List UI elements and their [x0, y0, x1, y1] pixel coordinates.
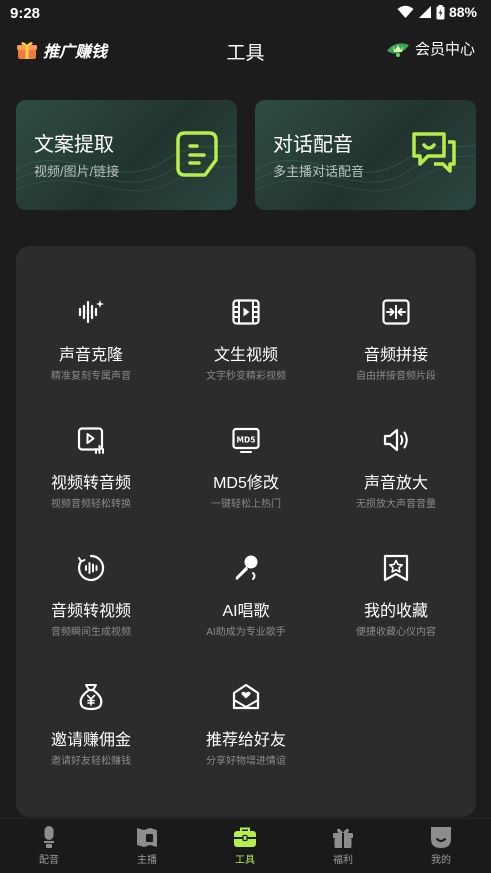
- merge-arrows-icon: [382, 299, 410, 325]
- bottom-nav: 配音 主播 工具 福利 我的: [0, 818, 491, 873]
- tool-desc: 无损放大声音音量: [356, 499, 436, 510]
- video-to-audio-icon: [77, 427, 104, 454]
- signal-icon: [418, 6, 431, 18]
- tool-name: 推荐给好友: [205, 732, 286, 749]
- vip-label: 会员中心: [414, 41, 475, 58]
- battery-icon: [436, 4, 445, 19]
- tool-desc: 视频音频轻松转换: [51, 499, 131, 510]
- tool-name: 文生视频: [213, 347, 278, 364]
- tool-name: 视频转音频: [50, 475, 131, 492]
- tool-desc: 便捷收藏心仪内容: [356, 627, 436, 638]
- tool-md5-modify[interactable]: MD5 MD5修改 一键轻松上热门: [171, 425, 321, 535]
- tool-video-to-audio[interactable]: 视频转音频 视频音频轻松转换: [16, 425, 166, 535]
- tool-voice-clone[interactable]: 声音克隆 精准复刻专属声音: [16, 297, 166, 407]
- anchor-nav-icon: [137, 828, 157, 847]
- bookmark-star-icon: [383, 554, 409, 582]
- tool-name: 音频转视频: [50, 603, 131, 620]
- profile-nav-icon: [431, 827, 451, 848]
- tool-desc: 文字秒变精彩视频: [206, 371, 286, 382]
- tool-desc: 音频瞬间生成视频: [51, 627, 131, 638]
- tool-volume-boost[interactable]: 声音放大 无损放大声音音量: [321, 425, 471, 535]
- tool-name: 声音克隆: [58, 347, 123, 364]
- promo-label: 推广赚钱: [43, 44, 108, 61]
- nav-label: 配音: [39, 855, 59, 866]
- nav-label: 我的: [431, 855, 451, 866]
- nav-tab-welfare[interactable]: 福利: [294, 825, 392, 866]
- tool-desc: 邀请好友轻松赚钱: [51, 756, 131, 767]
- tool-name: MD5修改: [213, 475, 279, 492]
- money-bag-icon: [79, 684, 103, 711]
- card-title: 对话配音: [273, 134, 353, 156]
- card-subtitle: 视频/图片/链接: [34, 164, 120, 179]
- mic-nav-icon: [44, 826, 54, 848]
- film-play-icon: [232, 299, 260, 325]
- nav-tab-dubbing[interactable]: 配音: [0, 825, 98, 866]
- battery-level: 88%: [448, 4, 477, 20]
- tool-name: 我的收藏: [363, 603, 428, 620]
- nav-label: 福利: [333, 855, 353, 866]
- header: 推广赚钱 工具 会员中心: [0, 30, 491, 70]
- gift-nav-icon: [333, 828, 353, 848]
- tool-name: 音频拼接: [363, 347, 428, 364]
- tool-my-favorites[interactable]: 我的收藏 便捷收藏心仪内容: [321, 553, 471, 663]
- card-title: 文案提取: [34, 134, 114, 156]
- tool-ai-singing[interactable]: AI唱歌 AI助成为专业歌手: [171, 553, 321, 663]
- feature-card-text-extract[interactable]: 文案提取 视频/图片/链接: [16, 100, 237, 210]
- feature-card-dialog-dubbing[interactable]: 对话配音 多主播对话配音: [255, 100, 476, 210]
- document-icon: [176, 131, 218, 177]
- speaker-icon: [383, 428, 408, 452]
- status-bar: 9:28 88%: [0, 0, 491, 28]
- audio-circle-icon: [78, 554, 105, 582]
- tool-recommend-friend[interactable]: 推荐给好友 分享好物增进情谊: [171, 682, 321, 792]
- nav-tab-tools[interactable]: 工具: [196, 825, 294, 866]
- tool-name: 声音放大: [363, 475, 428, 492]
- tool-desc: 分享好物增进情谊: [206, 756, 286, 767]
- nav-label: 主播: [137, 855, 157, 866]
- promo-button[interactable]: 推广赚钱: [16, 38, 107, 62]
- tool-audio-to-video[interactable]: 音频转视频 音频瞬间生成视频: [16, 553, 166, 663]
- status-indicators: 88%: [397, 4, 477, 20]
- tool-desc: 一键轻松上热门: [211, 499, 281, 510]
- sound-wave-icon: [78, 300, 104, 324]
- card-subtitle: 多主播对话配音: [273, 164, 365, 179]
- tool-name: AI唱歌: [222, 603, 270, 620]
- nav-label: 工具: [235, 855, 255, 866]
- tool-desc: 自由拼接音频片段: [356, 371, 436, 382]
- tools-panel: 声音克隆 精准复刻专属声音 文生视频 文字秒变精彩视频 音频拼接 自由拼接音频片…: [16, 246, 476, 817]
- nav-tab-anchor[interactable]: 主播: [98, 825, 196, 866]
- tool-text-to-video[interactable]: 文生视频 文字秒变精彩视频: [171, 297, 321, 407]
- tool-name: 邀请赚佣金: [50, 732, 131, 749]
- tool-desc: 精准复刻专属声音: [51, 371, 131, 382]
- vip-crown-icon: [386, 42, 409, 57]
- nav-tab-mine[interactable]: 我的: [392, 825, 490, 866]
- tool-desc: AI助成为专业歌手: [206, 627, 286, 638]
- microphone-icon: [235, 555, 258, 580]
- envelope-heart-icon: [232, 683, 260, 710]
- vip-center-button[interactable]: 会员中心: [385, 38, 475, 59]
- status-time: 9:28: [10, 5, 41, 22]
- tool-audio-merge[interactable]: 音频拼接 自由拼接音频片段: [321, 297, 471, 407]
- svg-text:MD5: MD5: [237, 436, 256, 445]
- tool-invite-commission[interactable]: 邀请赚佣金 邀请好友轻松赚钱: [16, 682, 166, 792]
- gift-box-icon: [17, 42, 37, 59]
- md5-icon: MD5: [232, 427, 260, 453]
- toolbox-nav-icon: [234, 827, 256, 847]
- wifi-icon: [397, 5, 414, 18]
- chat-bubbles-icon: [412, 132, 456, 173]
